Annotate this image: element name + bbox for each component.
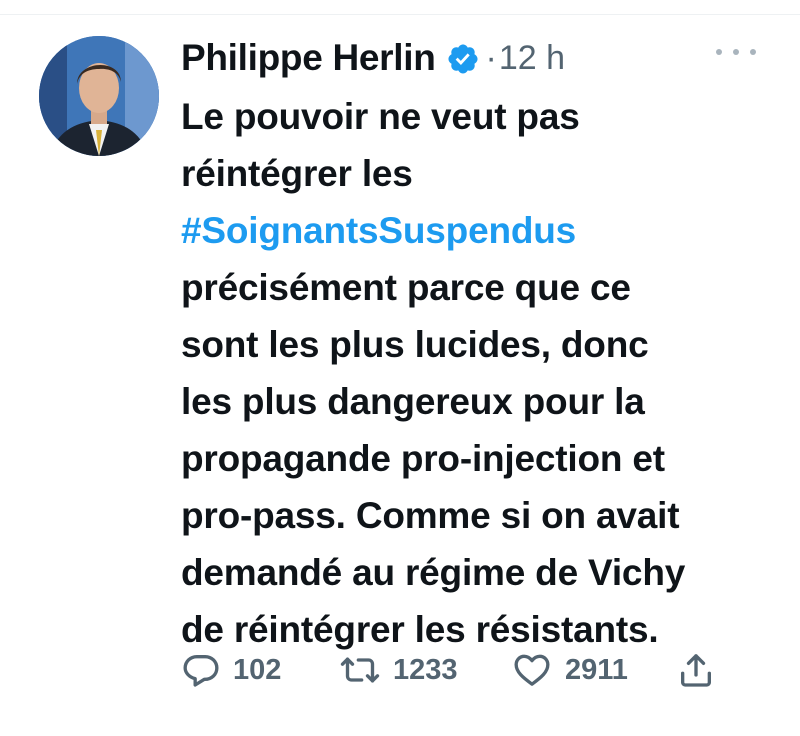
tweet-text-line: demandé au régime de Vichy bbox=[181, 552, 686, 593]
hashtag-link[interactable]: #SoignantsSuspendus bbox=[181, 202, 781, 259]
author-name[interactable]: Philippe Herlin bbox=[181, 37, 436, 79]
tweet-text: Le pouvoir ne veut pas réintégrer les #S… bbox=[181, 88, 781, 658]
tweet-text-line: Le pouvoir ne veut pas bbox=[181, 96, 580, 137]
tweet-text-line: pro-pass. Comme si on avait bbox=[181, 495, 680, 536]
more-dot bbox=[750, 49, 756, 55]
reply-icon bbox=[183, 655, 219, 687]
tweet-header: Philippe Herlin · 12 h bbox=[181, 30, 565, 86]
share-icon bbox=[681, 654, 711, 687]
retweet-count: 1233 bbox=[393, 653, 458, 686]
share-button[interactable] bbox=[676, 646, 716, 694]
avatar[interactable] bbox=[39, 36, 159, 156]
verified-badge-icon bbox=[446, 42, 480, 76]
timestamp[interactable]: 12 h bbox=[499, 39, 565, 78]
like-button[interactable]: 2911 bbox=[511, 646, 628, 694]
retweet-button[interactable]: 1233 bbox=[339, 646, 458, 694]
tweet-text-line: les plus dangereux pour la bbox=[181, 381, 645, 422]
more-dot bbox=[733, 49, 739, 55]
more-dot bbox=[716, 49, 722, 55]
like-count: 2911 bbox=[565, 653, 628, 686]
top-divider bbox=[0, 14, 800, 15]
tweet-text-line: sont les plus lucides, donc bbox=[181, 324, 649, 365]
reply-count: 102 bbox=[233, 653, 282, 686]
tweet-actions: 102 1233 2911 bbox=[181, 646, 741, 694]
header-separator: · bbox=[485, 38, 497, 77]
tweet-text-line: réintégrer les bbox=[181, 153, 413, 194]
retweet-icon bbox=[340, 657, 380, 683]
reply-button[interactable]: 102 bbox=[181, 646, 281, 694]
more-options-icon[interactable] bbox=[716, 39, 756, 65]
tweet-text-line: propagande pro-injection et bbox=[181, 438, 665, 479]
heart-icon bbox=[514, 654, 550, 686]
tweet-text-line: précisément parce que ce bbox=[181, 267, 631, 308]
